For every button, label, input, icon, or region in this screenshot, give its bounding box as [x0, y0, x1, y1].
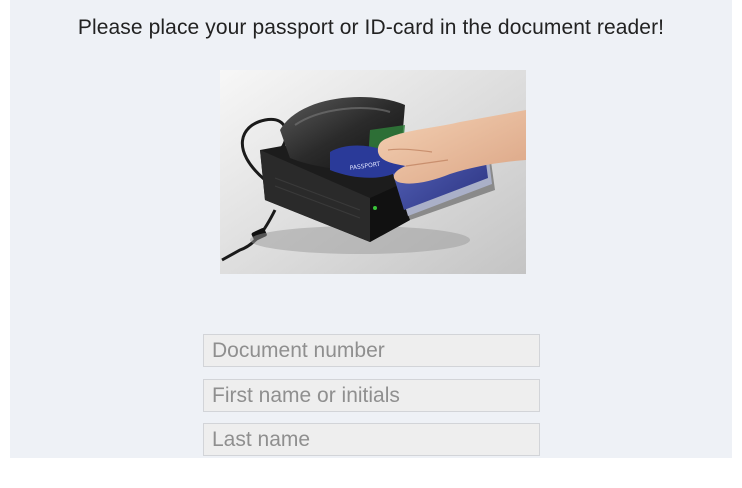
first-name-input[interactable] — [203, 379, 540, 412]
instruction-text: Please place your passport or ID-card in… — [77, 16, 665, 39]
passport-reader-illustration: PASSPORT — [220, 70, 526, 274]
last-name-input[interactable] — [203, 423, 540, 456]
document-number-input[interactable] — [203, 334, 540, 367]
